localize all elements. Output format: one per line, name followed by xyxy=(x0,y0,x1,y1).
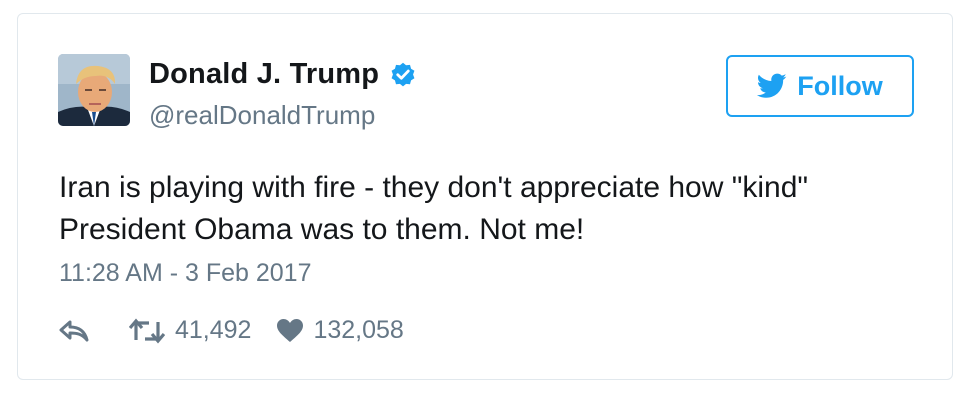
like-count: 132,058 xyxy=(313,316,404,344)
like-button[interactable]: 132,058 xyxy=(277,316,404,345)
retweet-button[interactable]: 41,492 xyxy=(129,316,251,345)
tweet-timestamp[interactable]: 11:28 AM - 3 Feb 2017 xyxy=(59,259,311,288)
tweet-actions: 41,492 132,058 xyxy=(59,316,404,345)
heart-icon xyxy=(277,318,304,342)
verified-badge-icon xyxy=(389,61,417,89)
follow-button[interactable]: Follow xyxy=(726,55,914,117)
follow-button-label: Follow xyxy=(797,70,883,101)
tweet-card: Donald J. Trump @realDonaldTrump Follow … xyxy=(17,13,953,380)
display-name[interactable]: Donald J. Trump xyxy=(149,58,379,91)
user-handle[interactable]: @realDonaldTrump xyxy=(149,100,375,131)
reply-icon xyxy=(59,320,89,341)
avatar-image xyxy=(58,54,130,126)
avatar[interactable] xyxy=(58,54,130,126)
twitter-bird-icon xyxy=(757,73,787,98)
author-name-row: Donald J. Trump xyxy=(149,58,417,91)
reply-button[interactable] xyxy=(59,319,89,343)
retweet-count: 41,492 xyxy=(175,316,252,344)
retweet-icon xyxy=(129,318,165,343)
tweet-text: Iran is playing with fire - they don't a… xyxy=(59,171,809,246)
